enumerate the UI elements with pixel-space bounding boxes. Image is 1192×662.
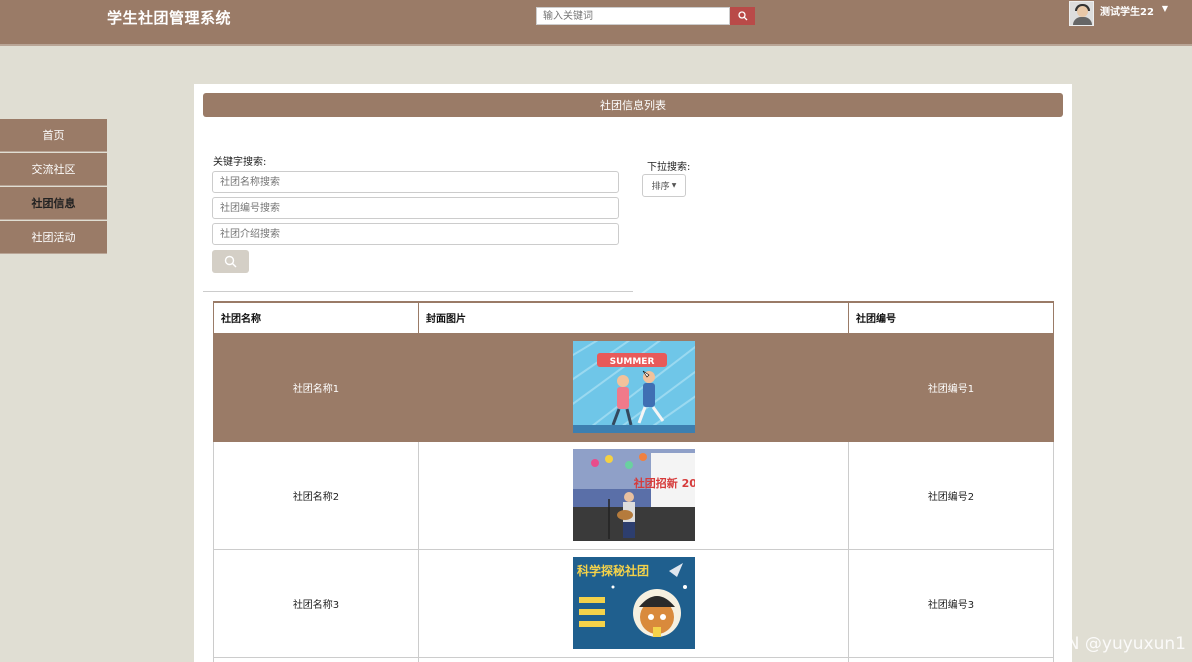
sidebar-item-community[interactable]: 交流社区 xyxy=(0,153,107,186)
global-search-input[interactable] xyxy=(536,7,730,25)
caret-down-icon: ▼ xyxy=(671,182,677,189)
club-code-cell: 社团编号1 xyxy=(848,332,1054,442)
panel-title: 社团信息列表 xyxy=(203,93,1063,117)
watermark: CSDN @yuyuxun1 xyxy=(1031,634,1186,654)
club-name-cell: 社团名称3 xyxy=(213,548,419,658)
user-menu[interactable]: 测试学生22 ▼ xyxy=(1069,1,1168,26)
global-search xyxy=(536,7,755,25)
username[interactable]: 测试学生22 xyxy=(1100,3,1154,18)
cover-image[interactable]: 科学探秘社团 xyxy=(572,557,695,649)
dropdown-search-label: 下拉搜索: xyxy=(647,162,691,173)
avatar[interactable] xyxy=(1069,1,1094,26)
cover-cell: 科学探秘社团 xyxy=(418,548,849,658)
club-name-search-input[interactable] xyxy=(212,171,619,193)
table-row[interactable]: 社团名称2 社团招新 2016 xyxy=(213,440,1054,550)
top-header: 学生社团管理系统 测试学生22 ▼ xyxy=(0,0,1192,46)
divider xyxy=(203,291,633,292)
sidebar-item-club-activity[interactable]: 社团活动 xyxy=(0,221,107,254)
sort-dropdown[interactable]: 排序 ▼ xyxy=(642,174,686,197)
app-title: 学生社团管理系统 xyxy=(107,9,232,27)
main-panel: 社团信息列表 关键字搜索: 下拉搜索: 排序 ▼ 社团名称 封面图片 社团编号 … xyxy=(194,84,1072,662)
cover-overlay-text: 科学探秘社团 xyxy=(577,563,649,578)
column-header-code: 社团编号 xyxy=(848,301,1054,334)
column-header-name: 社团名称 xyxy=(213,301,419,334)
table-row[interactable]: 社团名称3 科学探秘社团 社团编号3 xyxy=(213,548,1054,658)
table-header-row: 社团名称 封面图片 社团编号 xyxy=(213,301,1054,334)
club-name-cell: 社团名称2 xyxy=(213,440,419,550)
club-table: 社团名称 封面图片 社团编号 社团名称1 SUMMER 社团编号1 社团名称2 … xyxy=(213,301,1054,662)
cover-image[interactable]: 社团招新 2016 xyxy=(572,449,695,541)
caret-down-icon[interactable]: ▼ xyxy=(1162,4,1168,13)
search-button[interactable] xyxy=(212,250,249,273)
table-row[interactable] xyxy=(213,656,1054,662)
keyword-search-label: 关键字搜索: xyxy=(213,157,267,168)
club-code-cell: 社团编号3 xyxy=(848,548,1054,658)
global-search-button[interactable] xyxy=(730,7,755,25)
club-name-cell: 社团名称1 xyxy=(213,332,419,442)
sidebar-item-home[interactable]: 首页 xyxy=(0,119,107,152)
cover-cell: 社团招新 2016 xyxy=(418,440,849,550)
cover-image[interactable]: SUMMER xyxy=(572,341,695,433)
sort-dropdown-label: 排序 xyxy=(651,182,670,192)
club-intro-search-input[interactable] xyxy=(212,223,619,245)
sidebar: 首页 交流社区 社团信息 社团活动 xyxy=(0,119,107,255)
cover-overlay-text: 社团招新 2016 xyxy=(632,476,694,490)
cover-overlay-text: SUMMER xyxy=(609,357,654,367)
search-icon xyxy=(224,255,237,268)
club-code-search-input[interactable] xyxy=(212,197,619,219)
column-header-cover: 封面图片 xyxy=(418,301,849,334)
search-icon xyxy=(737,11,747,21)
cover-cell: SUMMER xyxy=(418,332,849,442)
table-row[interactable]: 社团名称1 SUMMER 社团编号1 xyxy=(213,332,1054,442)
club-code-cell: 社团编号2 xyxy=(848,440,1054,550)
sidebar-item-club-info[interactable]: 社团信息 xyxy=(0,187,107,220)
